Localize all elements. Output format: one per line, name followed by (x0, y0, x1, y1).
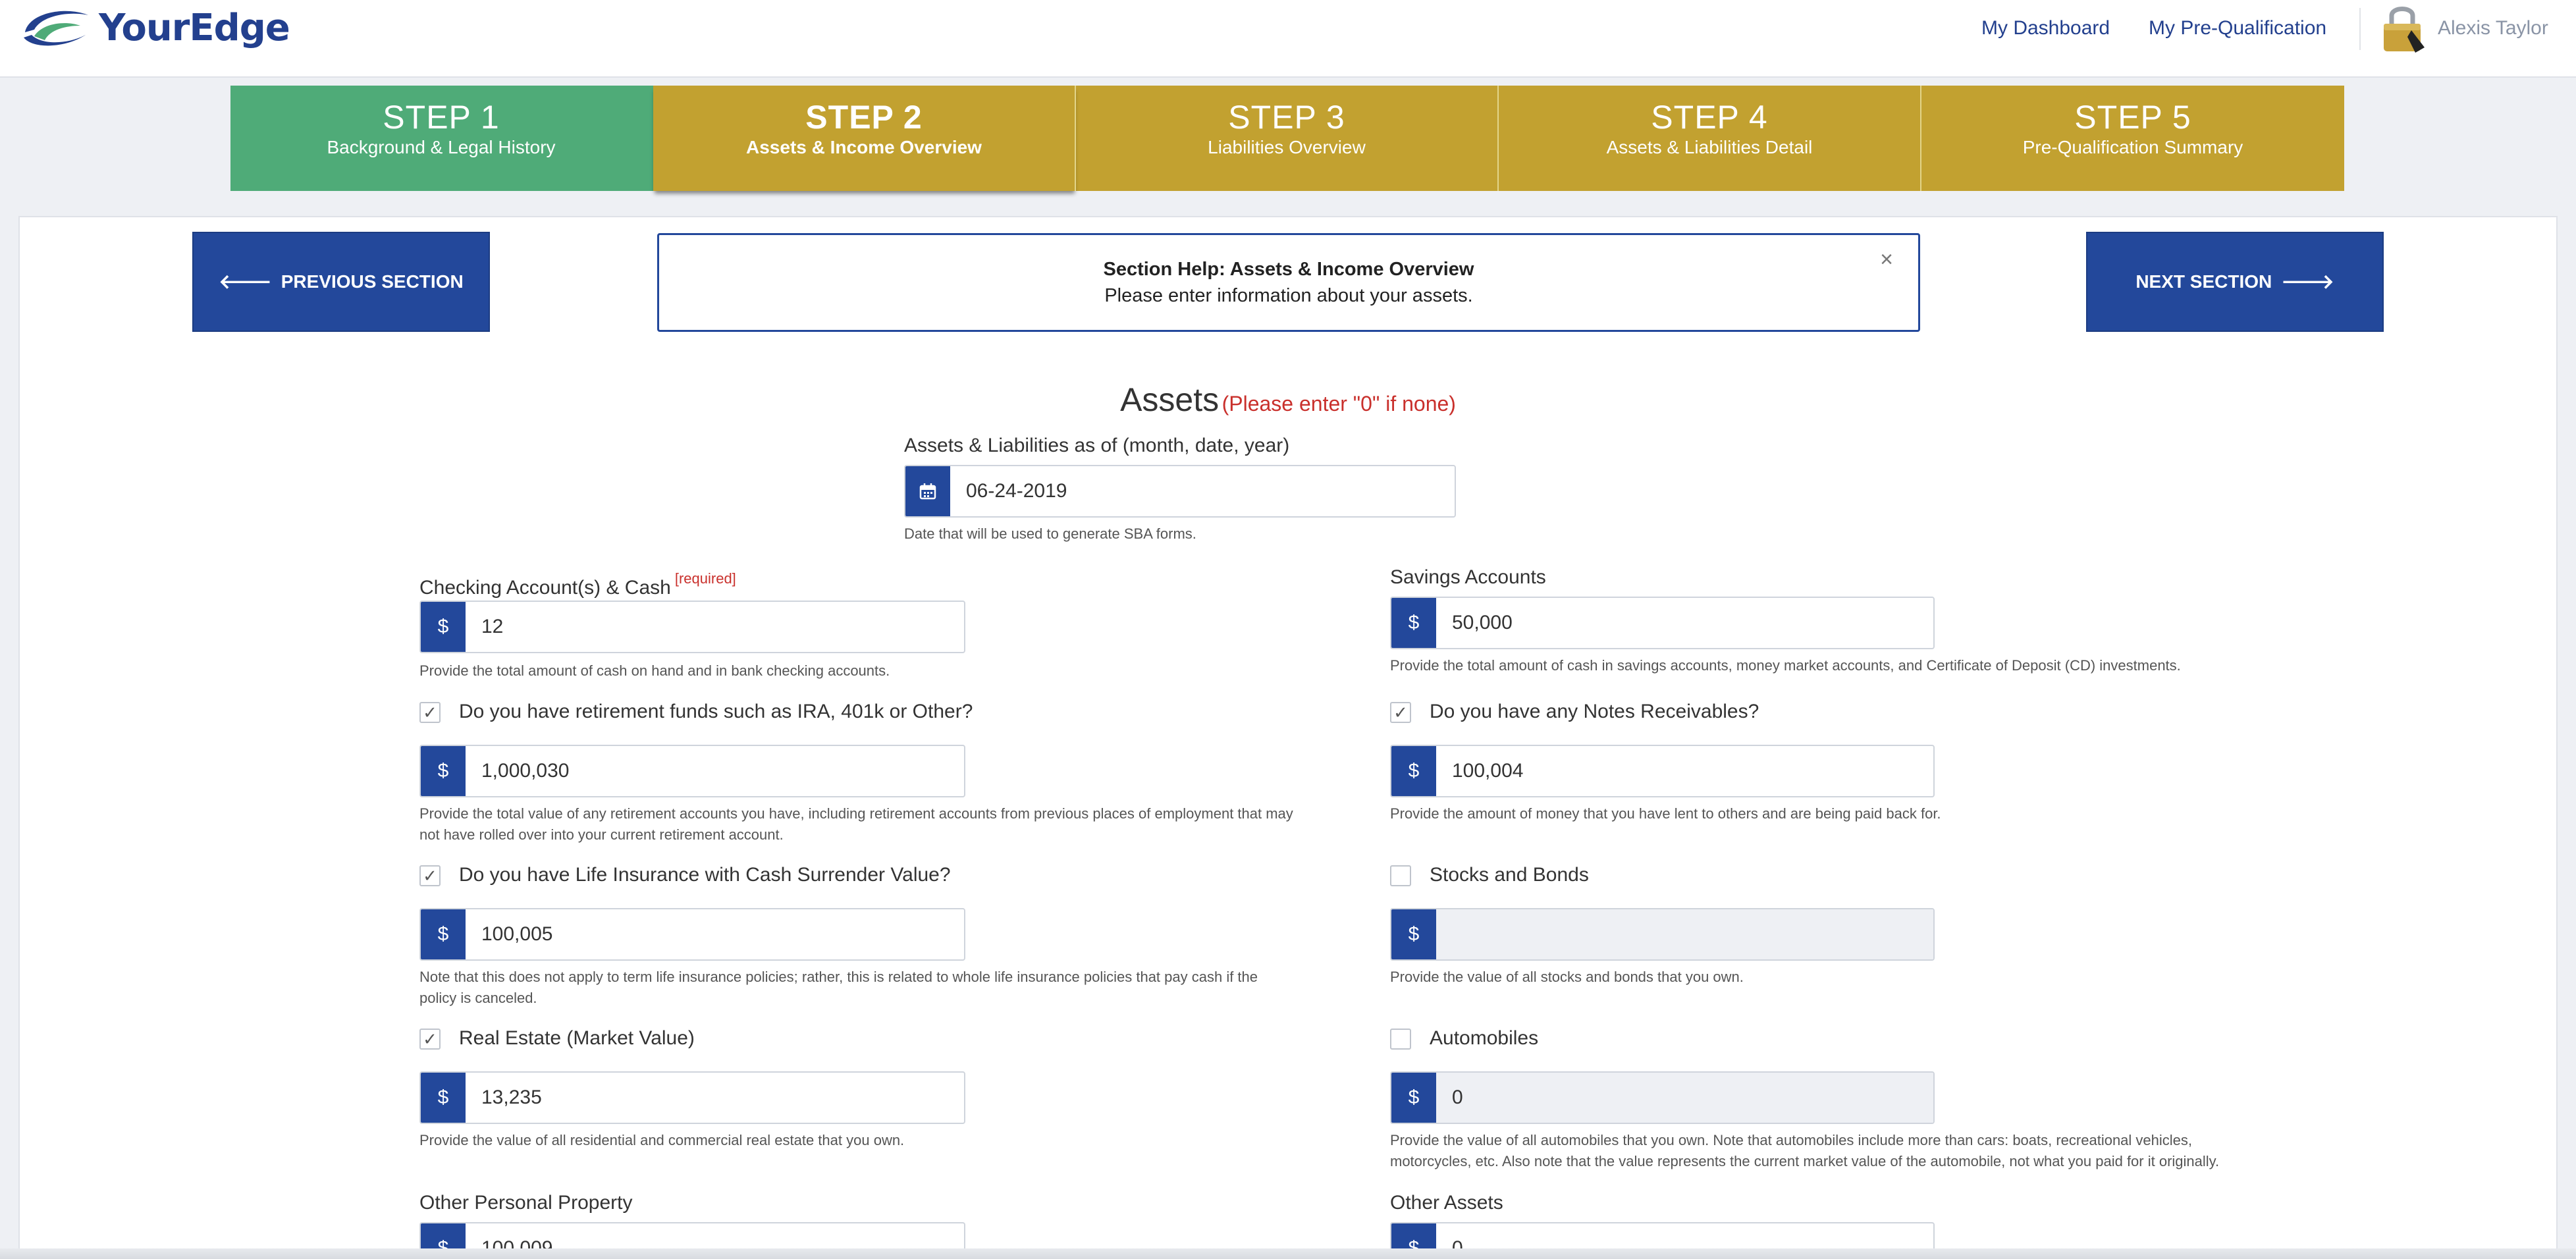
real-estate-field[interactable]: $ 13,235 (419, 1071, 965, 1124)
as-of-date-hint: Date that will be used to generate SBA f… (904, 525, 1196, 542)
step-label: Liabilities Overview (1208, 137, 1366, 157)
step-5[interactable]: STEP 5 Pre-Qualification Summary (1921, 86, 2344, 191)
step-number: STEP 2 (805, 99, 923, 136)
step-4[interactable]: STEP 4 Assets & Liabilities Detail (1499, 86, 1921, 191)
dollar-icon: $ (421, 746, 466, 796)
checking-input[interactable]: 12 (466, 602, 964, 652)
notes-receivable-hint: Provide the amount of money that you hav… (1390, 805, 1941, 822)
step-1[interactable]: STEP 1 Background & Legal History (230, 86, 653, 191)
stocks-bonds-field[interactable]: $ (1390, 908, 1935, 961)
savings-input[interactable]: 50,000 (1436, 598, 1933, 648)
savings-label: Savings Accounts (1390, 566, 1546, 588)
notes-receivable-input[interactable]: 100,004 (1436, 746, 1933, 796)
step-label: Assets & Income Overview (746, 137, 982, 157)
section-help-box: Section Help: Assets & Income Overview P… (657, 233, 1920, 332)
progress-steps: STEP 1 Background & Legal History STEP 2… (230, 86, 2344, 191)
dollar-icon: $ (421, 1073, 466, 1123)
main-panel (18, 216, 2558, 1259)
top-header: YourEdge My Dashboard My Pre-Qualificati… (0, 0, 2576, 78)
nav-my-prequalification[interactable]: My Pre-Qualification (2149, 17, 2326, 40)
step-2[interactable]: STEP 2 Assets & Income Overview (653, 86, 1076, 191)
life-insurance-field[interactable]: $ 100,005 (419, 908, 965, 961)
retirement-field[interactable]: $ 1,000,030 (419, 745, 965, 797)
automobiles-hint-line1: Provide the value of all automobiles tha… (1390, 1132, 2193, 1148)
previous-section-button[interactable]: 🡐 PREVIOUS SECTION (192, 232, 490, 332)
dollar-icon: $ (1391, 1073, 1436, 1123)
arrow-right-icon: 🡒 (2281, 271, 2334, 293)
retirement-hint-line1: Provide the total value of any retiremen… (419, 805, 1293, 822)
notes-receivable-label: Do you have any Notes Receivables? (1430, 701, 1759, 722)
step-number: STEP 5 (2074, 99, 2191, 136)
checking-field[interactable]: $ 12 (419, 601, 965, 653)
retirement-checkbox[interactable]: ✓ (419, 702, 441, 723)
next-section-label: NEXT SECTION (2135, 271, 2272, 292)
life-insurance-input[interactable]: 100,005 (466, 909, 964, 959)
stocks-bonds-input[interactable] (1436, 909, 1933, 959)
step-label: Pre-Qualification Summary (2022, 137, 2243, 157)
retirement-label: Do you have retirement funds such as IRA… (459, 701, 973, 722)
real-estate-input[interactable]: 13,235 (466, 1073, 964, 1123)
step-number: STEP 3 (1228, 99, 1345, 136)
real-estate-checkbox[interactable]: ✓ (419, 1029, 441, 1050)
retirement-input[interactable]: 1,000,030 (466, 746, 964, 796)
stocks-bonds-checkbox[interactable] (1390, 865, 1411, 886)
real-estate-hint: Provide the value of all residential and… (419, 1132, 905, 1148)
step-number: STEP 1 (383, 99, 500, 136)
close-icon[interactable]: × (1880, 247, 1893, 273)
help-title: Section Help: Assets & Income Overview (1103, 259, 1474, 280)
assets-heading: Assets (Please enter "0" if none) (0, 381, 2576, 419)
as-of-date-field[interactable]: 06-24-2019 (904, 465, 1456, 518)
savings-hint: Provide the total amount of cash in savi… (1390, 657, 2181, 674)
automobiles-field[interactable]: $ 0 (1390, 1071, 1935, 1124)
required-marker: [required] (674, 570, 736, 587)
brand-name: YourEdge (99, 6, 290, 49)
swoosh-logo-icon (24, 11, 88, 46)
notes-receivable-field[interactable]: $ 100,004 (1390, 745, 1935, 797)
step-3[interactable]: STEP 3 Liabilities Overview (1076, 86, 1499, 191)
stocks-bonds-label: Stocks and Bonds (1430, 864, 1589, 886)
lock-avatar-icon[interactable] (2378, 1, 2426, 54)
as-of-date-input[interactable]: 06-24-2019 (950, 466, 1455, 516)
life-insurance-checkbox[interactable]: ✓ (419, 865, 441, 886)
other-assets-label: Other Assets (1390, 1192, 1503, 1214)
step-number: STEP 4 (1651, 99, 1768, 136)
real-estate-label: Real Estate (Market Value) (459, 1027, 695, 1049)
nav-divider (2359, 8, 2361, 50)
dollar-icon: $ (421, 909, 466, 959)
help-text: Please enter information about your asse… (1104, 285, 1473, 306)
dollar-icon: $ (1391, 909, 1436, 959)
life-insurance-label: Do you have Life Insurance with Cash Sur… (459, 864, 951, 886)
next-section-button[interactable]: NEXT SECTION 🡒 (2086, 232, 2384, 332)
previous-section-label: PREVIOUS SECTION (281, 271, 464, 292)
life-insurance-hint-line2: policy is canceled. (419, 990, 537, 1006)
automobiles-label: Automobiles (1430, 1027, 1539, 1049)
dollar-icon: $ (1391, 746, 1436, 796)
dollar-icon: $ (421, 602, 466, 652)
retirement-hint-line2: not have rolled over into your current r… (419, 826, 784, 843)
automobiles-input[interactable]: 0 (1436, 1073, 1933, 1123)
automobiles-hint-line2: motorcycles, etc. Also note that the val… (1390, 1153, 2220, 1169)
savings-field[interactable]: $ 50,000 (1390, 597, 1935, 649)
dollar-icon: $ (1391, 598, 1436, 648)
window-bottom-edge (0, 1248, 2576, 1259)
calendar-icon[interactable] (905, 466, 950, 516)
life-insurance-hint-line1: Note that this does not apply to term li… (419, 969, 1258, 985)
brand-logo[interactable]: YourEdge (20, 4, 290, 51)
nav-my-dashboard[interactable]: My Dashboard (1981, 17, 2110, 40)
as-of-date-label: Assets & Liabilities as of (month, date,… (904, 435, 1290, 456)
assets-note: (Please enter "0" if none) (1221, 392, 1456, 415)
step-label: Background & Legal History (327, 137, 556, 157)
automobiles-checkbox[interactable] (1390, 1029, 1411, 1050)
step-label: Assets & Liabilities Detail (1606, 137, 1813, 157)
arrow-left-icon: 🡐 (219, 271, 272, 293)
assets-title: Assets (1120, 381, 1220, 418)
other-personal-label: Other Personal Property (419, 1192, 633, 1214)
checking-hint: Provide the total amount of cash on hand… (419, 662, 890, 679)
stocks-bonds-hint: Provide the value of all stocks and bond… (1390, 969, 1744, 985)
checking-label: Checking Account(s) & Cash [required] (419, 570, 736, 599)
user-name[interactable]: Alexis Taylor (2438, 17, 2548, 40)
notes-receivable-checkbox[interactable]: ✓ (1390, 702, 1411, 723)
